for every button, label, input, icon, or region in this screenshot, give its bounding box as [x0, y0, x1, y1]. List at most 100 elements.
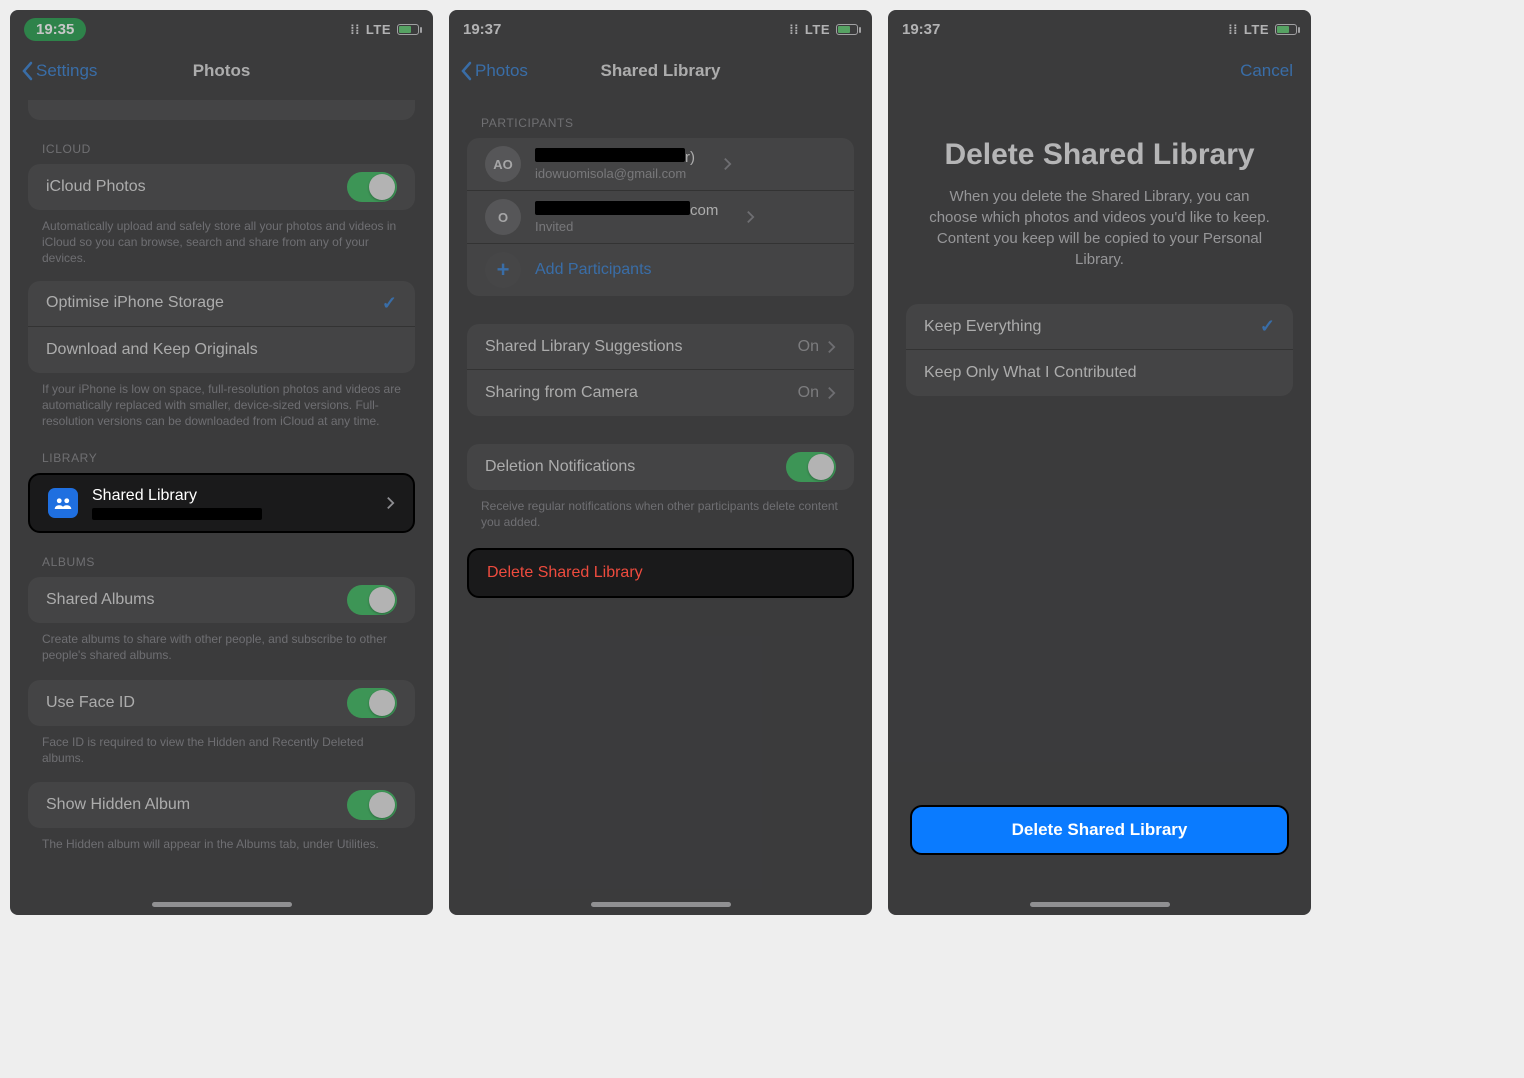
shared-library-label: Shared Library [92, 487, 262, 505]
faceid-toggle[interactable] [347, 688, 397, 718]
chevron-left-icon [459, 61, 473, 81]
cancel-button[interactable]: Cancel [1240, 61, 1293, 81]
delete-shared-library-button[interactable]: Delete Shared Library [910, 805, 1289, 855]
nav-bar: Cancel [888, 48, 1311, 94]
optimise-row[interactable]: Optimise iPhone Storage ✓ [28, 281, 415, 327]
shared-albums-group: Shared Albums [28, 577, 415, 623]
redacted-text [535, 148, 685, 162]
avatar: AO [485, 146, 521, 182]
deletion-notifications-row[interactable]: Deletion Notifications [467, 444, 854, 490]
shared-library-row[interactable]: Shared Library [28, 473, 415, 533]
status-indicators: ⁞⁞ LTE [789, 22, 858, 37]
deletion-desc: Receive regular notifications when other… [449, 490, 872, 530]
network-label: LTE [366, 22, 391, 37]
status-time: 19:37 [463, 21, 501, 38]
icloud-photos-row[interactable]: iCloud Photos [28, 164, 415, 210]
download-originals-row[interactable]: Download and Keep Originals [28, 327, 415, 373]
redacted-text [535, 201, 690, 215]
download-label: Download and Keep Originals [46, 341, 258, 359]
delete-label: Delete Shared Library [487, 564, 643, 582]
battery-icon [1275, 24, 1297, 35]
library-header: LIBRARY [10, 429, 433, 473]
page-title: Delete Shared Library [888, 94, 1311, 186]
hidden-toggle[interactable] [347, 790, 397, 820]
chevron-right-icon [827, 339, 836, 355]
options-group: Shared Library Suggestions On Sharing fr… [467, 324, 854, 416]
hidden-label: Show Hidden Album [46, 796, 190, 814]
keep-contributed-row[interactable]: Keep Only What I Contributed [906, 350, 1293, 396]
suggestions-row[interactable]: Shared Library Suggestions On [467, 324, 854, 370]
faceid-group: Use Face ID [28, 680, 415, 726]
faceid-row[interactable]: Use Face ID [28, 680, 415, 726]
participant-row[interactable]: AO r) idowuomisola@gmail.com [467, 138, 854, 191]
participants-group: AO r) idowuomisola@gmail.com O com Invit… [467, 138, 854, 296]
participant-status: Invited [535, 219, 718, 234]
shared-albums-row[interactable]: Shared Albums [28, 577, 415, 623]
camera-sharing-row[interactable]: Sharing from Camera On [467, 370, 854, 416]
top-partial-row [28, 100, 415, 120]
home-indicator[interactable] [1030, 902, 1170, 907]
nav-bar: Photos Shared Library [449, 48, 872, 94]
albums-header: ALBUMS [10, 533, 433, 577]
icloud-photos-toggle[interactable] [347, 172, 397, 202]
participant-email: idowuomisola@gmail.com [535, 166, 695, 181]
screen-shared-library: 19:37 ⁞⁞ LTE Photos Shared Library PARTI… [449, 10, 872, 915]
back-button[interactable]: Settings [20, 61, 97, 81]
chevron-left-icon [20, 61, 34, 81]
faceid-desc: Face ID is required to view the Hidden a… [10, 726, 433, 766]
shared-albums-label: Shared Albums [46, 591, 155, 609]
signal-icon: ⁞⁞ [350, 22, 360, 37]
status-bar: 19:37 ⁞⁞ LTE [888, 10, 1311, 48]
participant-name-suffix: r) [685, 149, 695, 166]
icloud-photos-label: iCloud Photos [46, 178, 146, 196]
camera-label: Sharing from Camera [485, 384, 638, 402]
icloud-description: Automatically upload and safely store al… [10, 210, 433, 267]
hidden-row[interactable]: Show Hidden Album [28, 782, 415, 828]
screen-photos-settings: 19:35 ⁞⁞ LTE Settings Photos ICLOUD iClo… [10, 10, 433, 915]
add-participants-label: Add Participants [535, 261, 652, 279]
redacted-text [92, 508, 262, 520]
storage-group: Optimise iPhone Storage ✓ Download and K… [28, 281, 415, 373]
participants-header: PARTICIPANTS [449, 94, 872, 138]
add-participants-row[interactable]: + Add Participants [467, 244, 854, 296]
chevron-right-icon [746, 209, 755, 225]
deletion-toggle[interactable] [786, 452, 836, 482]
battery-icon [397, 24, 419, 35]
keep-everything-row[interactable]: Keep Everything ✓ [906, 304, 1293, 350]
hidden-group: Show Hidden Album [28, 782, 415, 828]
network-label: LTE [1244, 22, 1269, 37]
signal-icon: ⁞⁞ [789, 22, 799, 37]
status-time: 19:35 [24, 18, 86, 41]
delete-shared-library-row[interactable]: Delete Shared Library [467, 548, 854, 598]
storage-description: If your iPhone is low on space, full-res… [10, 373, 433, 430]
suggestions-value: On [798, 338, 819, 356]
status-bar: 19:35 ⁞⁞ LTE [10, 10, 433, 48]
page-title: Photos [193, 61, 251, 81]
chevron-right-icon [827, 385, 836, 401]
back-label: Settings [36, 61, 97, 81]
avatar: O [485, 199, 521, 235]
home-indicator[interactable] [152, 902, 292, 907]
signal-icon: ⁞⁞ [1228, 22, 1238, 37]
battery-icon [836, 24, 858, 35]
shared-albums-toggle[interactable] [347, 585, 397, 615]
network-label: LTE [805, 22, 830, 37]
home-indicator[interactable] [591, 902, 731, 907]
checkmark-icon: ✓ [1260, 316, 1275, 337]
back-button[interactable]: Photos [459, 61, 528, 81]
deletion-label: Deletion Notifications [485, 458, 635, 476]
participant-row[interactable]: O com Invited [467, 191, 854, 244]
hidden-desc: The Hidden album will appear in the Albu… [10, 828, 433, 852]
status-indicators: ⁞⁞ LTE [350, 22, 419, 37]
shared-library-icon [48, 488, 78, 518]
keep-everything-label: Keep Everything [924, 318, 1041, 336]
keep-contributed-label: Keep Only What I Contributed [924, 364, 1137, 382]
keep-options-group: Keep Everything ✓ Keep Only What I Contr… [906, 304, 1293, 396]
shared-albums-desc: Create albums to share with other people… [10, 623, 433, 663]
participant-name-suffix: com [690, 202, 718, 219]
screen-delete-confirmation: 19:37 ⁞⁞ LTE Cancel Delete Shared Librar… [888, 10, 1311, 915]
chevron-right-icon [386, 495, 395, 511]
icloud-header: ICLOUD [10, 120, 433, 164]
icloud-group: iCloud Photos [28, 164, 415, 210]
suggestions-label: Shared Library Suggestions [485, 338, 682, 356]
